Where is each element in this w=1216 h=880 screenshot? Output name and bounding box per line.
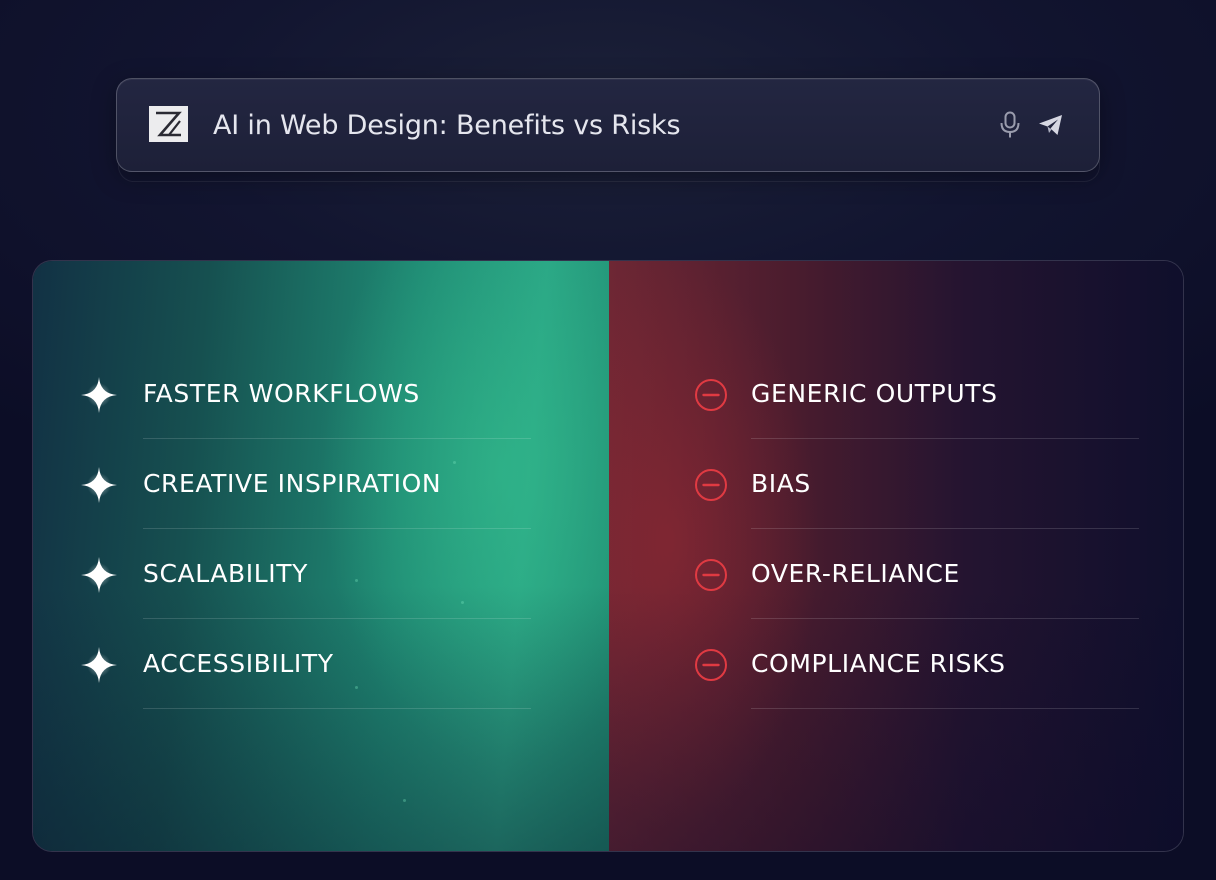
comparison-card: FASTER WORKFLOWS CREATIVE INSPIRATION SC… bbox=[32, 260, 1184, 852]
divider bbox=[143, 438, 531, 439]
send-icon[interactable] bbox=[1037, 113, 1065, 137]
sparkle-icon bbox=[80, 646, 118, 684]
benefit-label: CREATIVE INSPIRATION bbox=[143, 469, 442, 498]
divider bbox=[751, 708, 1139, 709]
microphone-icon[interactable] bbox=[999, 111, 1021, 139]
z-logo-icon bbox=[149, 106, 188, 142]
benefit-label: ACCESSIBILITY bbox=[143, 649, 334, 678]
minus-circle-icon bbox=[694, 648, 728, 682]
particle bbox=[461, 601, 464, 604]
risk-label: BIAS bbox=[751, 469, 811, 498]
sparkle-icon bbox=[80, 466, 118, 504]
particle bbox=[403, 799, 406, 802]
divider bbox=[751, 438, 1139, 439]
search-bar[interactable]: AI in Web Design: Benefits vs Risks bbox=[116, 78, 1100, 172]
divider bbox=[143, 528, 531, 529]
search-query[interactable]: AI in Web Design: Benefits vs Risks bbox=[213, 110, 681, 141]
minus-circle-icon bbox=[694, 378, 728, 412]
divider bbox=[751, 528, 1139, 529]
minus-circle-icon bbox=[694, 558, 728, 592]
divider bbox=[143, 708, 531, 709]
risk-label: GENERIC OUTPUTS bbox=[751, 379, 998, 408]
particle bbox=[355, 579, 358, 582]
risks-pane bbox=[609, 261, 1183, 851]
particle bbox=[453, 461, 456, 464]
benefit-label: FASTER WORKFLOWS bbox=[143, 379, 420, 408]
sparkle-icon bbox=[80, 556, 118, 594]
sparkle-icon bbox=[80, 376, 118, 414]
risk-label: COMPLIANCE RISKS bbox=[751, 649, 1006, 678]
divider bbox=[751, 618, 1139, 619]
divider bbox=[143, 618, 531, 619]
benefits-pane bbox=[33, 261, 609, 851]
risk-label: OVER-RELIANCE bbox=[751, 559, 960, 588]
particle bbox=[355, 686, 358, 689]
minus-circle-icon bbox=[694, 468, 728, 502]
benefit-label: SCALABILITY bbox=[143, 559, 308, 588]
